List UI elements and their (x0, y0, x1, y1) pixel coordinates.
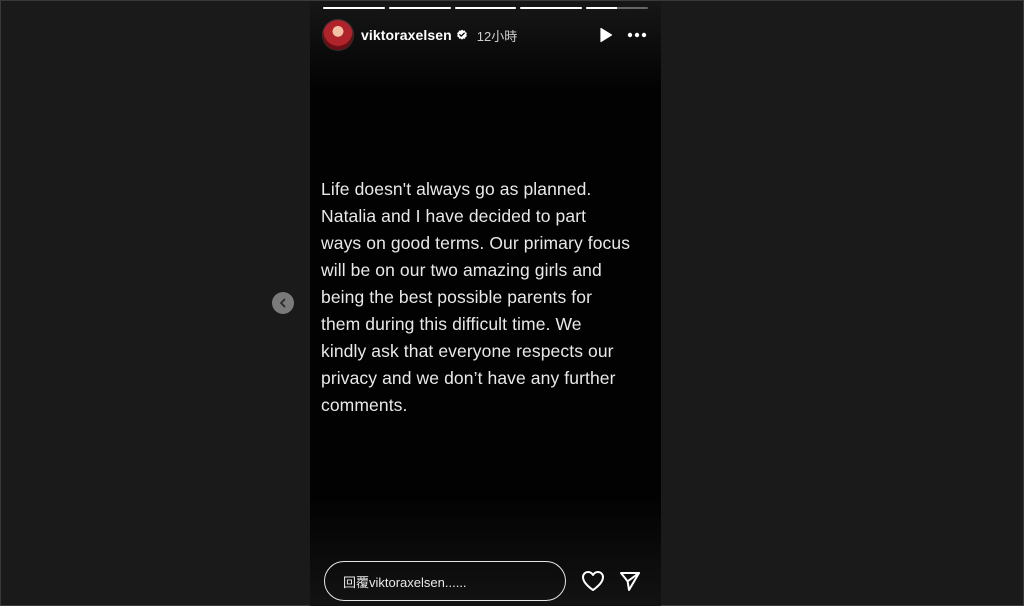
heart-icon (582, 571, 604, 591)
like-button[interactable] (581, 570, 605, 592)
story-text-line: them during this difficult time. We (321, 314, 582, 334)
story-text-line: comments. (321, 395, 408, 415)
story-text-line: kindly ask that everyone respects our (321, 341, 614, 361)
story-text-line: Natalia and I have decided to part (321, 206, 587, 226)
story-progress-bar (323, 7, 648, 9)
progress-segment (520, 7, 583, 9)
story-text: Life doesn't always go as planned. Natal… (321, 176, 661, 419)
reply-input[interactable]: 回覆viktoraxelsen...... (324, 561, 566, 601)
username-link[interactable]: viktoraxelsen (361, 27, 452, 43)
progress-segment-fill (388, 7, 451, 9)
more-options-icon (627, 32, 647, 38)
avatar[interactable] (323, 20, 353, 50)
story-header: viktoraxelsen 12小時 (323, 19, 647, 51)
progress-segment-fill (454, 7, 517, 9)
play-icon (600, 27, 613, 43)
post-time: 12小時 (476, 28, 518, 44)
progress-segment-fill (586, 7, 618, 9)
story-text-line: privacy and we don’t have any further (321, 368, 616, 388)
progress-segment-fill (323, 7, 385, 9)
progress-segment-fill (520, 7, 583, 9)
story-text-line: being the best possible parents for (321, 287, 593, 307)
header-actions (599, 27, 647, 43)
more-options-button[interactable] (627, 32, 647, 38)
play-button[interactable] (599, 27, 613, 43)
reply-bar: 回覆viktoraxelsen...... (324, 561, 647, 601)
progress-segment (388, 7, 451, 9)
progress-segment (323, 7, 385, 9)
progress-segment (586, 7, 648, 9)
reply-actions (581, 570, 647, 592)
progress-segment (454, 7, 517, 9)
story-text-line: Life doesn't always go as planned. (321, 179, 592, 199)
story-text-line: will be on our two amazing girls and (321, 260, 602, 280)
story-card: viktoraxelsen 12小時 Life doesn't always g… (310, 1, 661, 606)
share-button[interactable] (619, 570, 641, 592)
chevron-left-icon (280, 298, 286, 308)
previous-story-button[interactable] (272, 292, 294, 314)
story-viewer: viktoraxelsen 12小時 Life doesn't always g… (0, 0, 1024, 606)
story-text-line: ways on good terms. Our primary focus (321, 233, 631, 253)
verified-badge-icon (456, 29, 467, 40)
send-icon (620, 572, 640, 591)
reply-placeholder: 回覆viktoraxelsen...... (343, 574, 467, 590)
